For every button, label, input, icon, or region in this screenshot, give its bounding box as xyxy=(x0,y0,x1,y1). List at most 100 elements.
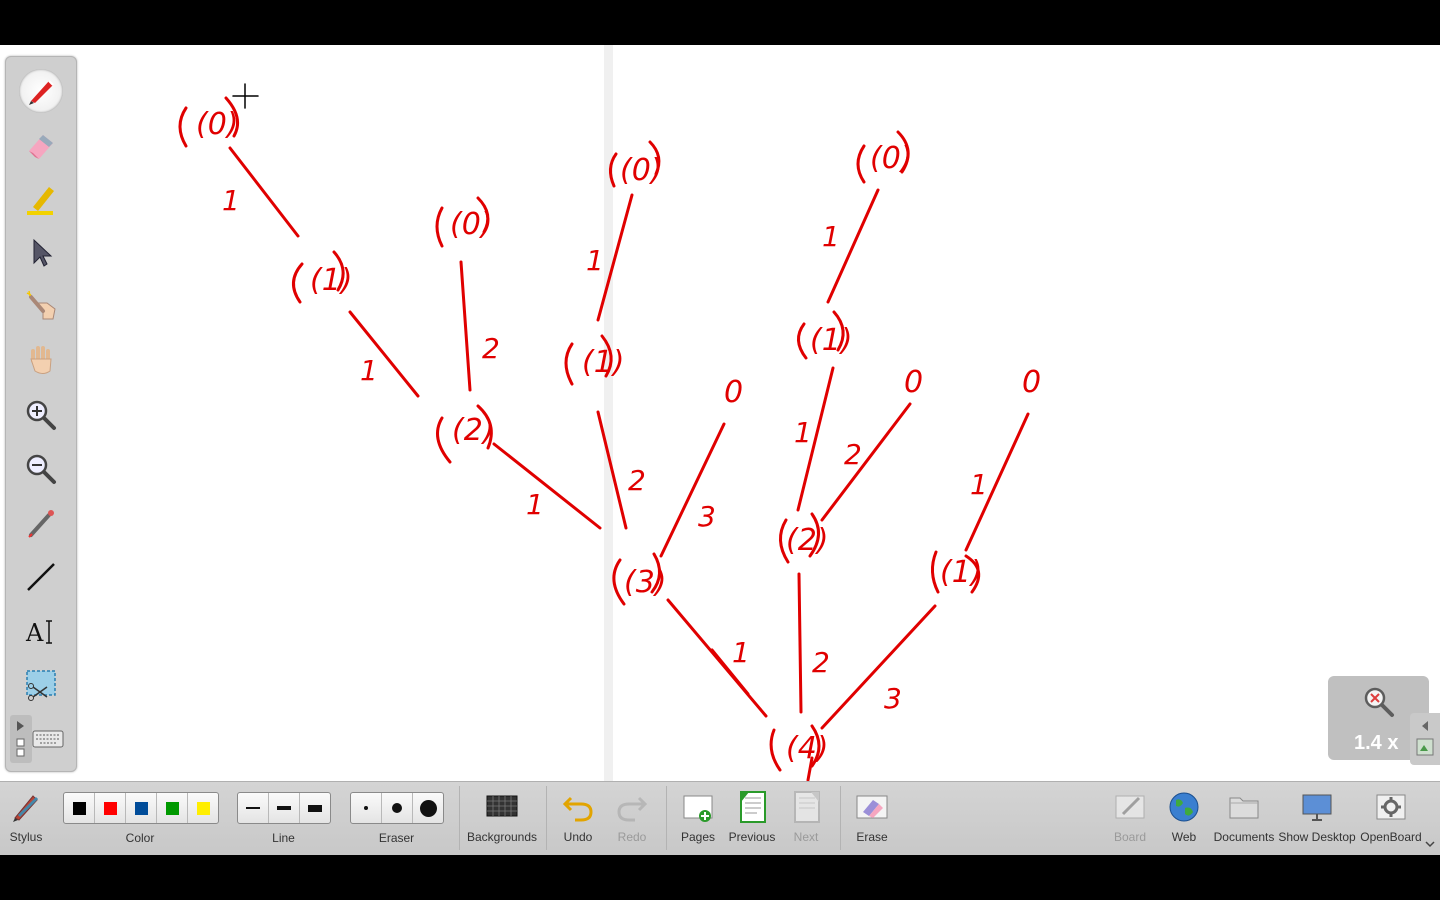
node-label: (1) xyxy=(310,263,353,298)
node-label: (1) xyxy=(810,323,853,358)
virtual-keyboard-tool[interactable] xyxy=(26,717,70,761)
web-label: Web xyxy=(1171,830,1197,844)
crosshair-cursor-icon xyxy=(232,83,259,109)
eraser-large-icon xyxy=(419,799,437,817)
erase-board-icon xyxy=(856,795,888,819)
backgrounds-button[interactable]: Backgrounds xyxy=(466,782,538,855)
node-label: (3) xyxy=(624,565,667,600)
previous-button[interactable]: Previous xyxy=(728,782,776,855)
node-label: (2) xyxy=(452,413,495,448)
laser-pointer-tool[interactable] xyxy=(19,501,63,545)
eraser-medium-button[interactable] xyxy=(382,793,413,823)
main-toolbar: Stylus Color Line Eraser Backgrounds Und… xyxy=(0,781,1440,855)
zoom-in-icon xyxy=(26,400,56,430)
color-yellow-button[interactable] xyxy=(188,793,218,823)
line-thin-button[interactable] xyxy=(238,793,269,823)
backgrounds-label: Backgrounds xyxy=(466,830,538,844)
node-label: (0) xyxy=(450,207,493,242)
whiteboard-canvas[interactable]: (0) (1) (0) (2) (0) (1) (0) (1) (3) 0 (2… xyxy=(0,45,1440,781)
highlighter-icon xyxy=(27,187,54,215)
color-swatch xyxy=(72,801,86,815)
color-blue-button[interactable] xyxy=(126,793,157,823)
laser-pointer-icon xyxy=(28,510,54,538)
documents-button[interactable]: Documents xyxy=(1212,782,1276,855)
edge-label: 1 xyxy=(526,488,544,521)
line-tool[interactable] xyxy=(19,555,63,599)
color-swatch xyxy=(196,801,210,815)
toolbar-separator xyxy=(840,786,841,850)
line-width-selector xyxy=(237,792,331,824)
edge-label: 2 xyxy=(844,438,862,471)
chevron-down-icon[interactable] xyxy=(1425,840,1435,848)
folder-icon xyxy=(1229,797,1259,819)
arrow-pointer-icon xyxy=(33,238,53,267)
eraser-tool[interactable] xyxy=(19,123,63,167)
toolbar-separator xyxy=(459,786,460,850)
board-button[interactable]: Board xyxy=(1108,782,1152,855)
line-thin-icon xyxy=(246,807,260,809)
node-label: (2) xyxy=(786,523,829,558)
node-label: (1) xyxy=(582,345,625,380)
color-green-button[interactable] xyxy=(157,793,188,823)
stylus-button[interactable]: Stylus xyxy=(4,782,48,855)
selector-tool[interactable] xyxy=(19,231,63,275)
edge-label: 1 xyxy=(360,354,378,387)
next-page-icon xyxy=(794,791,820,823)
pages-button[interactable]: Pages xyxy=(676,782,720,855)
node-label: (0) xyxy=(196,107,239,142)
line-thick-icon xyxy=(308,804,322,812)
marker-tool[interactable] xyxy=(19,177,63,221)
color-red-button[interactable] xyxy=(95,793,126,823)
zoom-level: 1.4 x xyxy=(1354,732,1399,754)
undo-button[interactable]: Undo xyxy=(556,782,600,855)
color-selector xyxy=(63,792,219,824)
line-thick-button[interactable] xyxy=(300,793,330,823)
stylus-icon xyxy=(13,795,39,822)
zoom-in-tool[interactable] xyxy=(19,393,63,437)
zoom-reset-icon[interactable] xyxy=(1361,684,1397,720)
hand-tool[interactable] xyxy=(19,339,63,383)
edge-label: 1 xyxy=(970,468,988,501)
redo-icon xyxy=(617,796,648,822)
svg-text:A: A xyxy=(25,619,44,647)
color-black-button[interactable] xyxy=(64,793,95,823)
interact-tool[interactable] xyxy=(19,285,63,329)
board-label: Board xyxy=(1113,830,1147,844)
toolbar-separator xyxy=(546,786,547,850)
tool-palette: A xyxy=(5,56,77,772)
eraser-label: Eraser xyxy=(378,831,415,845)
zoom-side-tab[interactable] xyxy=(1410,713,1440,765)
line-medium-button[interactable] xyxy=(269,793,300,823)
palette-collapse-handle[interactable] xyxy=(10,715,32,763)
capture-tool[interactable] xyxy=(19,663,63,707)
eraser-small-button[interactable] xyxy=(351,793,382,823)
eraser-large-button[interactable] xyxy=(413,793,443,823)
node-label: 0 xyxy=(724,375,743,410)
color-swatch xyxy=(103,801,117,815)
pen-tool[interactable] xyxy=(19,69,63,113)
web-button[interactable]: Web xyxy=(1162,782,1206,855)
text-tool[interactable]: A xyxy=(19,609,63,653)
previous-label: Previous xyxy=(728,830,776,844)
openboard-menu-button[interactable]: OpenBoard xyxy=(1360,782,1422,855)
erase-label: Erase xyxy=(856,830,888,844)
next-button[interactable]: Next xyxy=(784,782,828,855)
edge-line xyxy=(492,442,602,530)
next-label: Next xyxy=(793,830,819,844)
redo-button[interactable]: Redo xyxy=(610,782,654,855)
erase-button[interactable]: Erase xyxy=(850,782,894,855)
edge-line xyxy=(228,146,300,238)
openboard-label: OpenBoard xyxy=(1360,830,1422,844)
eraser-size-selector xyxy=(350,792,444,824)
pages-label: Pages xyxy=(680,830,716,844)
edge-line xyxy=(797,572,803,714)
edge-label: 3 xyxy=(698,500,716,533)
edge-label: 1 xyxy=(822,220,840,253)
zoom-out-tool[interactable] xyxy=(19,447,63,491)
hand-icon xyxy=(30,346,52,374)
keyboard-icon xyxy=(32,730,64,748)
undo-label: Undo xyxy=(563,830,593,844)
line-medium-icon xyxy=(277,806,291,810)
show-desktop-button[interactable]: Show Desktop xyxy=(1278,782,1356,855)
edge-line xyxy=(596,410,628,530)
